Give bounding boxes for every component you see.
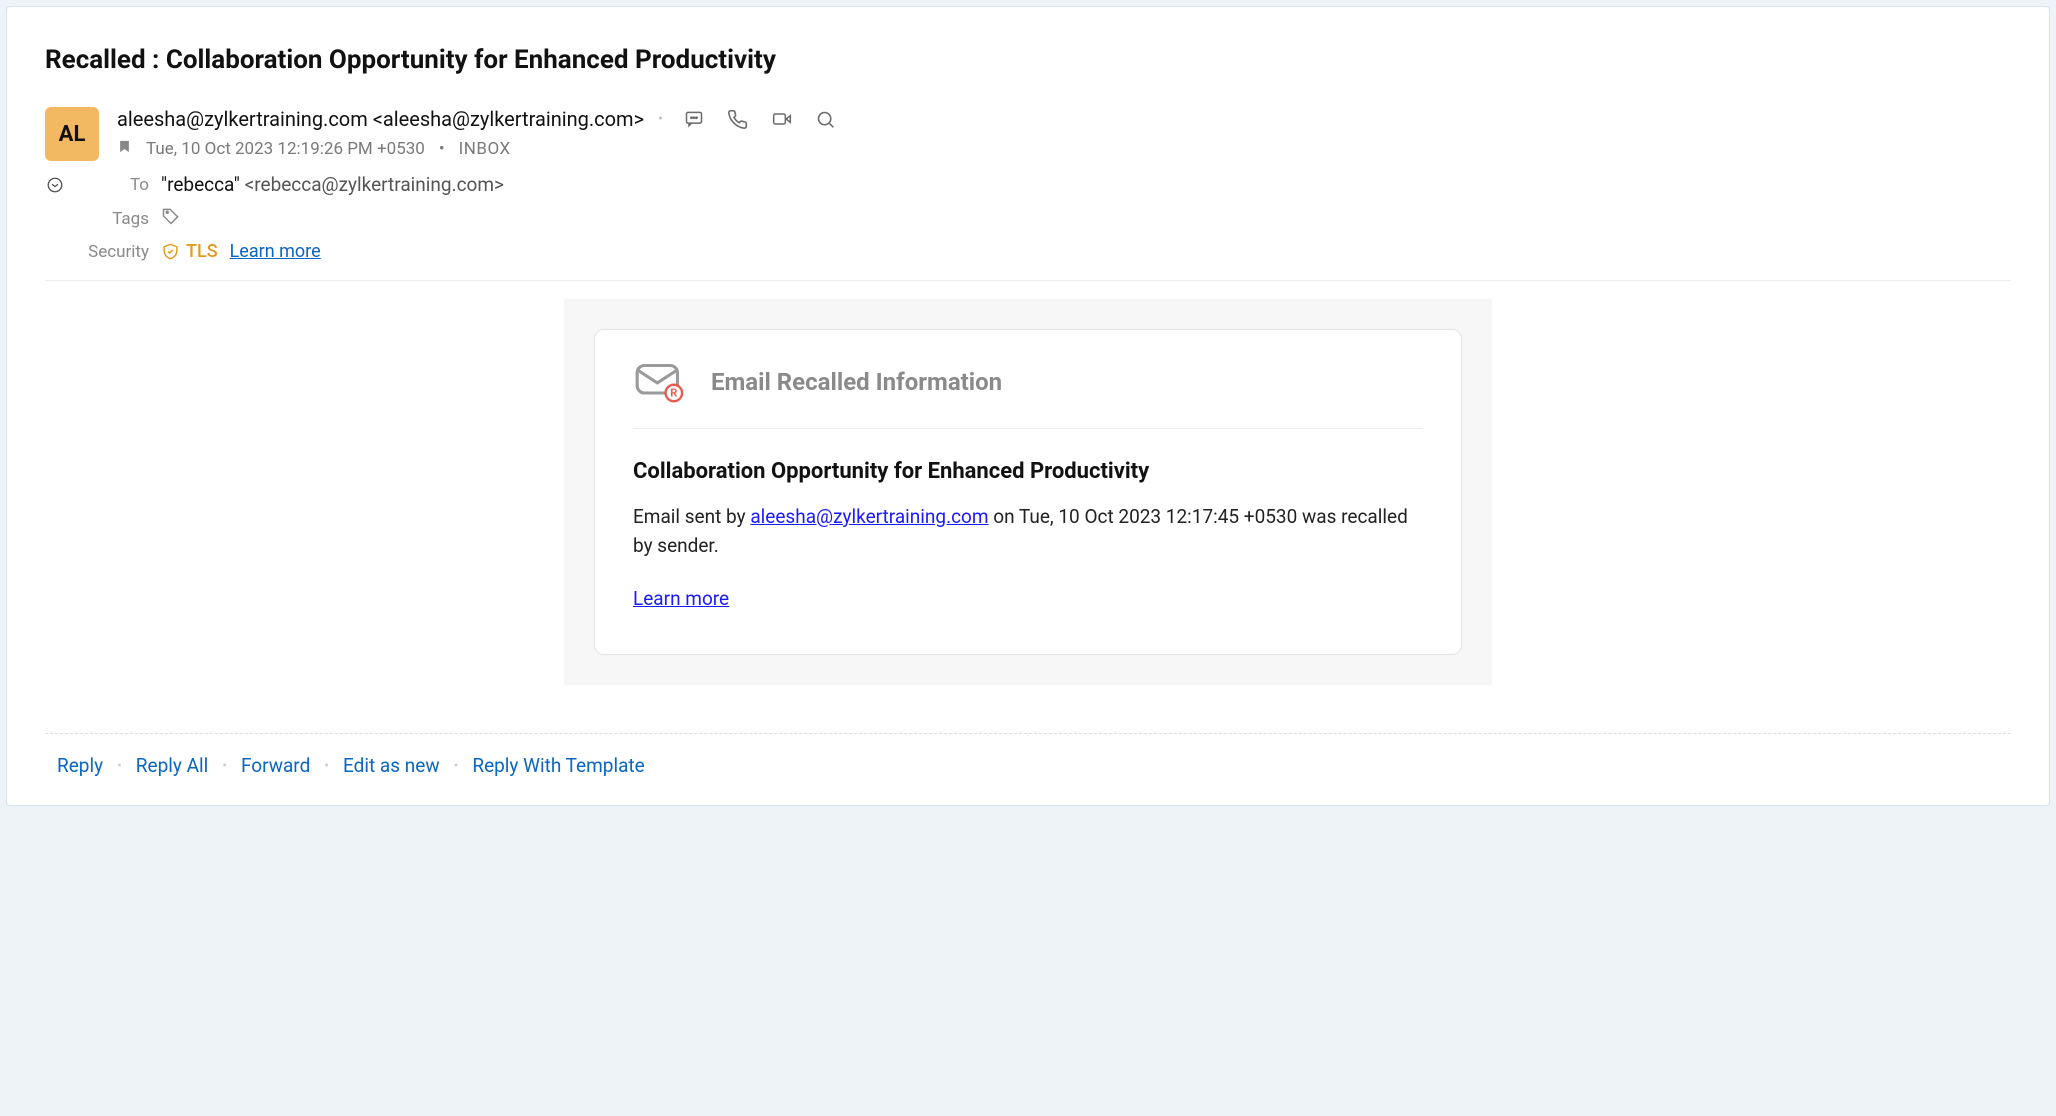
shield-check-icon — [161, 242, 180, 261]
to-value: "rebecca" <rebecca@zylkertraining.com> — [161, 173, 504, 196]
svg-text:R: R — [670, 387, 677, 400]
from-block: aleesha@zylkertraining.com <aleesha@zylk… — [117, 107, 2011, 159]
recalled-subject: Collaboration Opportunity for Enhanced P… — [633, 459, 1423, 484]
detail-rows: To "rebecca" <rebecca@zylkertraining.com… — [45, 173, 2011, 262]
tags-row: Tags — [45, 206, 2011, 231]
header-divider — [45, 280, 2011, 281]
to-address: <rebecca@zylkertraining.com> — [240, 173, 504, 196]
quick-action-icons — [683, 108, 837, 130]
tag-icon[interactable] — [161, 206, 181, 231]
forward-button[interactable]: Forward — [241, 754, 310, 777]
separator-dot: • — [658, 111, 663, 127]
separator-dot: • — [222, 758, 227, 774]
recall-description: Email sent by aleesha@zylkertraining.com… — [633, 502, 1423, 561]
security-row: Security TLS Learn more — [45, 241, 2011, 262]
reply-with-template-button[interactable]: Reply With Template — [472, 754, 644, 777]
expand-details-icon[interactable] — [45, 176, 65, 194]
email-header: AL aleesha@zylkertraining.com <aleesha@z… — [45, 107, 2011, 161]
phone-icon[interactable] — [727, 108, 749, 130]
search-icon[interactable] — [815, 108, 837, 130]
recall-text-prefix: Email sent by — [633, 505, 750, 528]
email-timestamp: Tue, 10 Oct 2023 12:19:26 PM +0530 — [146, 139, 425, 159]
from-address: aleesha@zylkertraining.com <aleesha@zylk… — [117, 107, 644, 131]
reply-button[interactable]: Reply — [57, 754, 103, 777]
recall-card-title: Email Recalled Information — [711, 368, 1002, 396]
to-name: "rebecca" — [161, 173, 240, 196]
recall-sender-link[interactable]: aleesha@zylkertraining.com — [750, 505, 988, 528]
email-body-container: R Email Recalled Information Collaborati… — [564, 299, 1492, 685]
tls-badge: TLS — [161, 241, 218, 262]
email-reading-pane: Recalled : Collaboration Opportunity for… — [6, 6, 2050, 806]
separator-dot: • — [454, 758, 459, 774]
edit-as-new-button[interactable]: Edit as new — [343, 754, 440, 777]
email-subject: Recalled : Collaboration Opportunity for… — [45, 45, 2011, 75]
folder-label: INBOX — [459, 139, 511, 159]
flag-icon[interactable] — [117, 139, 132, 159]
tls-text: TLS — [186, 241, 218, 262]
sender-avatar[interactable]: AL — [45, 107, 99, 161]
tags-label: Tags — [77, 209, 149, 229]
chat-icon[interactable] — [683, 108, 705, 130]
to-label: To — [77, 175, 149, 195]
recall-info-card: R Email Recalled Information Collaborati… — [594, 329, 1462, 655]
to-row: To "rebecca" <rebecca@zylkertraining.com… — [45, 173, 2011, 196]
reply-all-button[interactable]: Reply All — [136, 754, 208, 777]
recall-learn-more-link[interactable]: Learn more — [633, 587, 729, 610]
video-icon[interactable] — [771, 108, 793, 130]
separator-dot: • — [117, 758, 122, 774]
from-line: aleesha@zylkertraining.com <aleesha@zylk… — [117, 107, 2011, 131]
envelope-recall-icon: R — [633, 360, 689, 404]
separator-dot: • — [324, 758, 329, 774]
email-action-footer: Reply • Reply All • Forward • Edit as ne… — [45, 733, 2011, 805]
separator-dot: • — [439, 139, 445, 159]
security-label: Security — [77, 242, 149, 262]
security-learn-more-link[interactable]: Learn more — [230, 241, 321, 262]
recall-card-header: R Email Recalled Information — [633, 360, 1423, 429]
meta-line: Tue, 10 Oct 2023 12:19:26 PM +0530 • INB… — [117, 139, 2011, 159]
